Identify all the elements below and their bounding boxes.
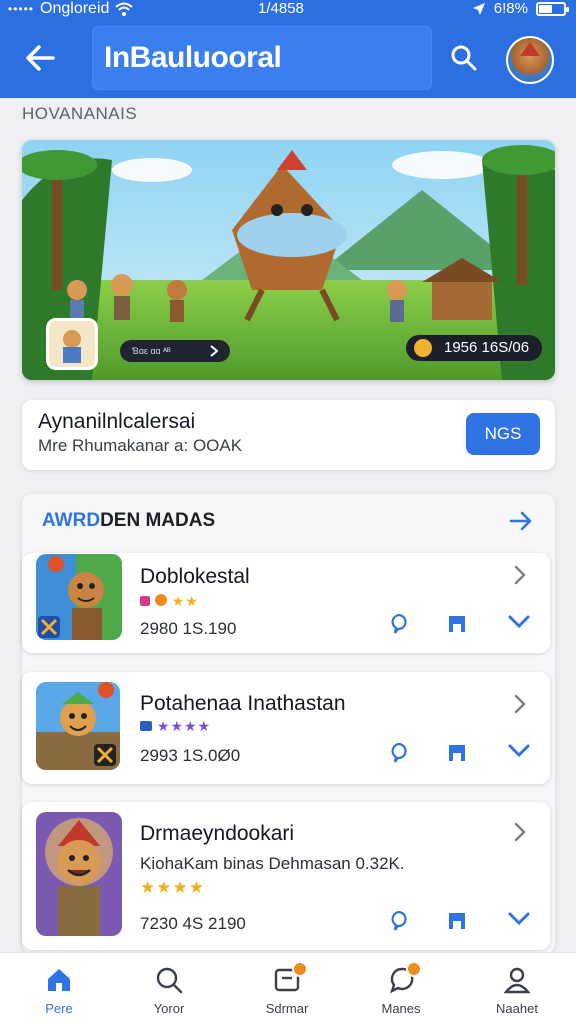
rating-stars: ★★ [140, 593, 199, 610]
info-card: Aynanilnlcalersai Mre Rhumakanar a: OOAK… [22, 400, 555, 470]
nav-profile[interactable]: Naahet [472, 963, 562, 1021]
banner-app-icon[interactable] [46, 318, 98, 370]
game-thumbnail-icon [49, 321, 95, 367]
list-heading-accent: AWRD [42, 510, 101, 531]
app-list-item[interactable]: Potahenaa Inathastan ★★★★ 2993 1S.0Ø0 [22, 672, 550, 784]
banner-stat-text: 1956 16S/06 [444, 339, 530, 356]
app-icon [36, 554, 122, 640]
coin-icon [154, 594, 167, 606]
app-name: Doblokestal [140, 565, 250, 588]
chevron-right-icon[interactable] [508, 690, 532, 718]
app-meta: 2980 1S.190 [140, 619, 237, 638]
app-icon [36, 682, 120, 770]
status-time: 1/4858 [258, 0, 304, 17]
see-all-button[interactable] [505, 506, 537, 536]
install-button[interactable] [504, 736, 534, 766]
carrier-name: Ongloreid [40, 0, 110, 17]
bookmark-icon [449, 616, 465, 632]
nav-home[interactable]: Pere [14, 963, 104, 1021]
app-meta: 7230 4S 2190 [140, 914, 246, 933]
section-label: HOVANANAIS [22, 104, 138, 123]
arrow-right-icon [509, 511, 532, 531]
app-list-item[interactable]: Drmaeyndookari KiohaKam binas Dehmasan 0… [22, 802, 550, 950]
user-avatar[interactable] [506, 36, 554, 84]
rating-stars: ★★★★ [140, 718, 211, 735]
chevron-down-icon [508, 744, 530, 758]
chevron-down-icon [508, 615, 530, 629]
back-arrow-icon [26, 45, 55, 71]
bookmark-button[interactable] [442, 609, 472, 639]
bookmark-button[interactable] [442, 906, 472, 936]
nav-label: Manes [381, 1001, 421, 1016]
badge-icon [140, 721, 152, 731]
info-action-button[interactable]: NGS [466, 413, 540, 455]
coin-icon [414, 339, 432, 357]
cursor-icon [210, 345, 218, 357]
nav-label: Sdrmar [265, 1001, 309, 1016]
nav-label: Naahet [496, 1001, 538, 1016]
bottom-navigation: Pere Yoror Sdrmar Manes Naahet [0, 952, 576, 1024]
status-left: ••••• Ongloreid [8, 0, 134, 18]
location-arrow-icon [472, 2, 485, 15]
list-heading: AWRDDEN MADAS [42, 510, 215, 532]
star-icons: ★★ [171, 593, 199, 609]
comment-icon [391, 742, 407, 763]
comment-button[interactable] [384, 738, 414, 768]
bookmark-button[interactable] [442, 738, 472, 768]
nav-label: Pere [45, 1001, 73, 1016]
back-button[interactable] [18, 38, 62, 78]
star-icons: ★★★★ [156, 718, 212, 734]
banner-caption-text: Ɓɑԑ ɑɑ ᴬᴮ [132, 346, 171, 356]
chevron-right-icon[interactable] [508, 818, 532, 846]
status-bar: ••••• Ongloreid 1/4858 6!8% [0, 0, 576, 20]
home-icon [44, 965, 74, 995]
app-name: Potahenaa Inathastan [140, 692, 346, 715]
bookmark-icon [449, 745, 465, 761]
info-title: Aynanilnlcalersai [38, 410, 196, 433]
wifi-icon [115, 2, 134, 16]
chevron-right-icon[interactable] [508, 561, 532, 589]
notification-badge [292, 961, 308, 977]
game-character-icon [36, 554, 122, 640]
battery-percent: 6!8% [493, 0, 528, 17]
comment-button[interactable] [384, 906, 414, 936]
comment-button[interactable] [384, 609, 414, 639]
info-subtitle: Mre Rhumakanar a: OOAK [38, 436, 243, 455]
profile-icon [502, 965, 532, 995]
list-heading-rest: DEN MADAS [100, 510, 216, 531]
chevron-down-icon [508, 912, 530, 926]
search-icon [451, 45, 477, 71]
notification-badge [406, 961, 422, 977]
signal-dots: ••••• [8, 2, 35, 16]
app-list-item[interactable]: Doblokestal ★★ 2980 1S.190 [22, 553, 550, 653]
page-title: InBauluooral [104, 41, 282, 74]
banner-caption: Ɓɑԑ ɑɑ ᴬᴮ [120, 340, 230, 362]
nav-search[interactable]: Yoror [124, 963, 214, 1021]
app-icon [36, 812, 122, 936]
status-right: 6!8% [472, 0, 569, 17]
search-icon [154, 965, 184, 995]
bookmark-icon [449, 913, 465, 929]
search-button[interactable] [442, 36, 486, 80]
banner-stat-pill: 1956 16S/06 [406, 335, 542, 361]
badge-icon [140, 596, 150, 606]
install-button[interactable] [504, 607, 534, 637]
comment-icon [391, 613, 407, 634]
nav-library[interactable]: Sdrmar [242, 961, 332, 1021]
page-title-box: InBauluooral [92, 26, 432, 90]
app-header: ••••• Ongloreid 1/4858 6!8% InBauluooral [0, 0, 576, 98]
game-character-icon [36, 812, 122, 936]
rating-stars: ★★★★ [140, 878, 205, 898]
game-character-icon [36, 682, 120, 770]
install-button[interactable] [504, 904, 534, 934]
featured-banner[interactable]: Ɓɑԑ ɑɑ ᴬᴮ 1956 16S/06 [22, 140, 555, 380]
battery-icon [536, 1, 569, 16]
nav-messages[interactable]: Manes [356, 961, 446, 1021]
nav-label: Yoror [153, 1001, 185, 1016]
app-meta: 2993 1S.0Ø0 [140, 746, 241, 765]
star-icons: ★★★★ [140, 878, 205, 897]
comment-icon [391, 910, 407, 931]
app-description: KiohaKam binas Dehmasan 0.32K. [140, 854, 405, 873]
app-name: Drmaeyndookari [140, 822, 295, 845]
